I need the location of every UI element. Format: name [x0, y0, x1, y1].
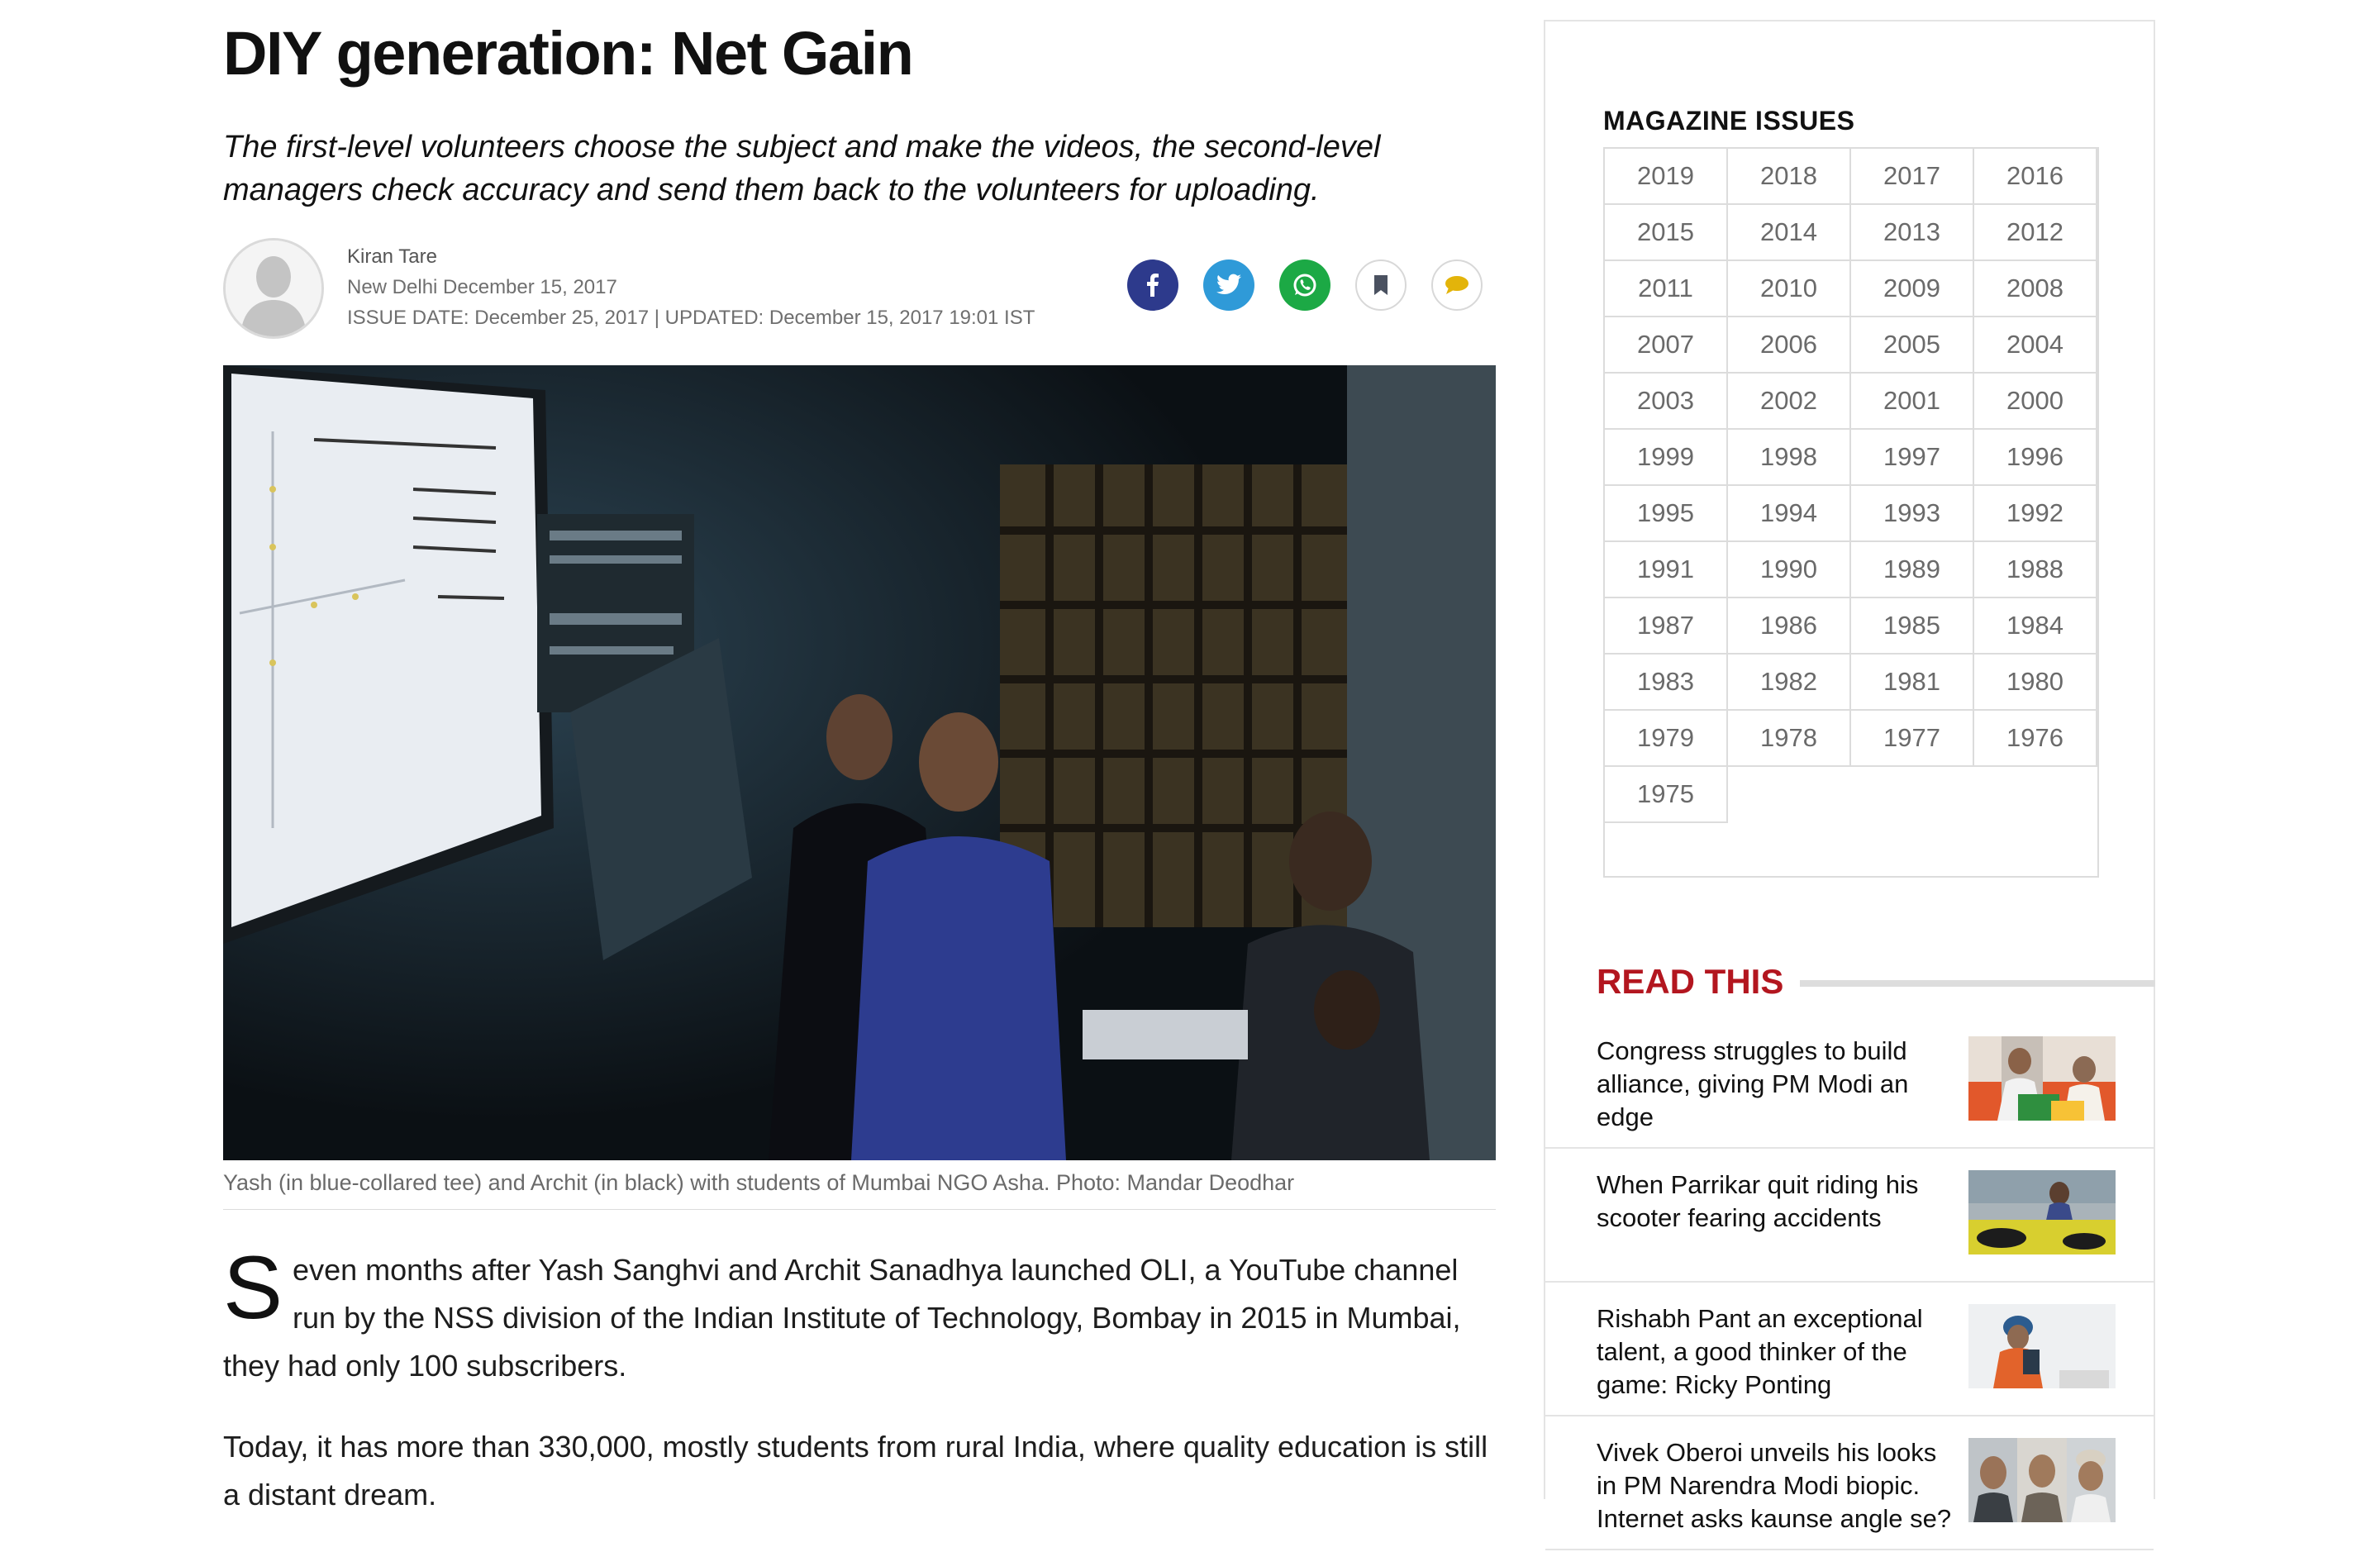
comment-button[interactable]: [1431, 259, 1483, 311]
magazine-year-link[interactable]: 1996: [1974, 430, 2097, 486]
read-this-heading: READ THIS: [1597, 962, 1784, 1001]
read-this-item[interactable]: Rishabh Pant an exceptional talent, a go…: [1545, 1283, 2154, 1416]
magazine-year-link[interactable]: 2001: [1851, 374, 1974, 430]
read-this-item[interactable]: Congress struggles to build alliance, gi…: [1545, 1015, 2154, 1149]
magazine-year-link[interactable]: 2008: [1974, 261, 2097, 317]
author-avatar[interactable]: [223, 238, 324, 339]
magazine-year-link[interactable]: 1988: [1974, 542, 2097, 598]
magazine-year-link[interactable]: 1983: [1605, 655, 1728, 711]
magazine-year-link[interactable]: 1986: [1728, 598, 1851, 655]
magazine-year-link[interactable]: 1990: [1728, 542, 1851, 598]
read-this-thumbnail[interactable]: [1968, 1036, 2116, 1121]
magazine-year-link[interactable]: 1989: [1851, 542, 1974, 598]
bookmark-icon: [1374, 275, 1388, 295]
bookmark-button[interactable]: [1355, 259, 1407, 311]
article-photo: [223, 365, 1496, 1160]
read-this-title[interactable]: Congress struggles to build alliance, gi…: [1597, 1035, 1952, 1134]
article-body: Seven months after Yash Sanghvi and Arch…: [223, 1237, 1496, 1552]
magazine-year-link[interactable]: 2006: [1728, 317, 1851, 374]
read-this-item[interactable]: When Parrikar quit riding his scooter fe…: [1545, 1149, 2154, 1283]
magazine-year-link[interactable]: 1984: [1974, 598, 2097, 655]
facebook-icon: [1147, 274, 1159, 297]
read-this-title[interactable]: Vivek Oberoi unveils his looks in PM Nar…: [1597, 1436, 1952, 1535]
read-this-thumbnail[interactable]: [1968, 1170, 2116, 1254]
read-this-title[interactable]: When Parrikar quit riding his scooter fe…: [1597, 1169, 1952, 1235]
magazine-year-link[interactable]: 2016: [1974, 149, 2097, 205]
read-this-list: Congress struggles to build alliance, gi…: [1545, 1015, 2154, 1550]
read-this-item[interactable]: Vivek Oberoi unveils his looks in PM Nar…: [1545, 1416, 2154, 1550]
whatsapp-icon: [1293, 274, 1316, 297]
paragraph: Seven months after Yash Sanghvi and Arch…: [223, 1237, 1496, 1390]
magazine-year-link[interactable]: 1985: [1851, 598, 1974, 655]
author-name[interactable]: Kiran Tare: [347, 241, 1035, 272]
read-this-divider: [1800, 980, 2155, 987]
magazine-year-link[interactable]: 1980: [1974, 655, 2097, 711]
photo-caption: Yash (in blue-collared tee) and Archit (…: [223, 1170, 1496, 1210]
byline: Kiran Tare New Delhi December 15, 2017 I…: [223, 238, 1496, 339]
magazine-year-link[interactable]: 2019: [1605, 149, 1728, 205]
facebook-share-button[interactable]: [1127, 259, 1178, 311]
magazine-year-link[interactable]: 1997: [1851, 430, 1974, 486]
magazine-year-link[interactable]: 2002: [1728, 374, 1851, 430]
dateline: New Delhi December 15, 2017: [347, 276, 617, 298]
article-kicker: The first-level volunteers choose the su…: [223, 130, 1381, 207]
magazine-year-link[interactable]: 2000: [1974, 374, 2097, 430]
magazine-year-link[interactable]: 1993: [1851, 486, 1974, 542]
read-this-thumbnail[interactable]: [1968, 1438, 2116, 1522]
magazine-year-link[interactable]: 2018: [1728, 149, 1851, 205]
magazine-year-link[interactable]: 1987: [1605, 598, 1728, 655]
share-bar: [1127, 259, 1483, 311]
magazine-year-link[interactable]: 2011: [1605, 261, 1728, 317]
magazine-issues-grid: 2019 2018 2017 2016 2015 2014 2013 2012 2011 2010…: [1603, 147, 2099, 878]
magazine-year-link[interactable]: 1975: [1605, 767, 1728, 823]
comment-icon: [1445, 276, 1468, 294]
magazine-year-link[interactable]: 1979: [1605, 711, 1728, 767]
magazine-year-link[interactable]: 1992: [1974, 486, 2097, 542]
magazine-year-link[interactable]: 2017: [1851, 149, 1974, 205]
twitter-icon: [1216, 274, 1241, 295]
magazine-year-link[interactable]: 1981: [1851, 655, 1974, 711]
magazine-year-link[interactable]: 1998: [1728, 430, 1851, 486]
magazine-year-link[interactable]: 2010: [1728, 261, 1851, 317]
byline-meta: Kiran Tare New Delhi December 15, 2017 I…: [347, 241, 1035, 333]
magazine-year-link[interactable]: 2014: [1728, 205, 1851, 261]
magazine-year-link[interactable]: 1995: [1605, 486, 1728, 542]
paragraph: Today, it has more than 330,000, mostly …: [223, 1430, 1488, 1512]
magazine-year-link[interactable]: 2012: [1974, 205, 2097, 261]
issue-date-line: ISSUE DATE: December 25, 2017 | UPDATED:…: [347, 307, 1035, 329]
magazine-year-link[interactable]: 2003: [1605, 374, 1728, 430]
read-this-title[interactable]: Rishabh Pant an exceptional talent, a go…: [1597, 1302, 1952, 1402]
magazine-year-link[interactable]: 2004: [1974, 317, 2097, 374]
drop-cap: S: [223, 1237, 283, 1337]
magazine-year-link[interactable]: 2015: [1605, 205, 1728, 261]
magazine-year-link[interactable]: 1999: [1605, 430, 1728, 486]
magazine-year-link[interactable]: 2005: [1851, 317, 1974, 374]
whatsapp-share-button[interactable]: [1279, 259, 1330, 311]
magazine-year-link[interactable]: 2013: [1851, 205, 1974, 261]
twitter-share-button[interactable]: [1203, 259, 1254, 311]
magazine-year-link[interactable]: 1994: [1728, 486, 1851, 542]
sidebar: MAGAZINE ISSUES 2019 2018 2017 2016 2015 2014…: [1544, 20, 2155, 1550]
read-this-thumbnail[interactable]: [1968, 1304, 2116, 1388]
magazine-year-link[interactable]: 1977: [1851, 711, 1974, 767]
magazine-year-link[interactable]: 1978: [1728, 711, 1851, 767]
magazine-year-link[interactable]: 2007: [1605, 317, 1728, 374]
article-title: DIY generation: Net Gain: [223, 19, 914, 88]
magazine-year-link[interactable]: 2009: [1851, 261, 1974, 317]
paragraph-text: even months after Yash Sanghvi and Archi…: [223, 1253, 1461, 1383]
magazine-year-link[interactable]: 1982: [1728, 655, 1851, 711]
magazine-year-link[interactable]: 1991: [1605, 542, 1728, 598]
magazine-issues-heading: MAGAZINE ISSUES: [1603, 106, 1855, 136]
magazine-year-link[interactable]: 1976: [1974, 711, 2097, 767]
